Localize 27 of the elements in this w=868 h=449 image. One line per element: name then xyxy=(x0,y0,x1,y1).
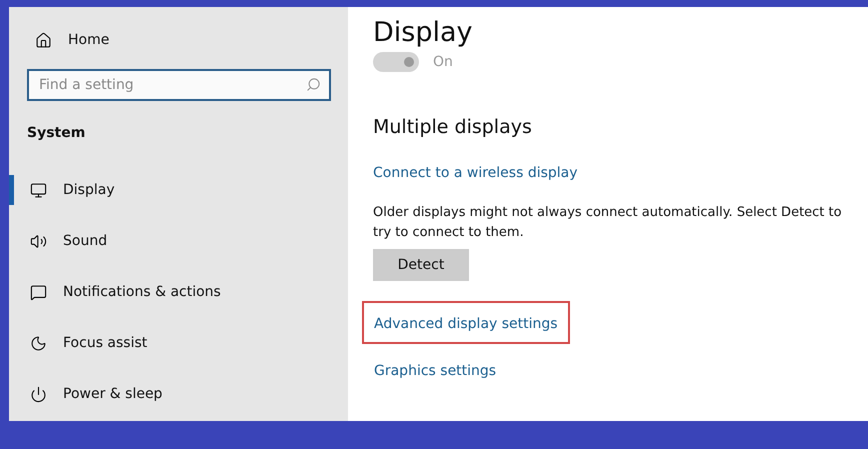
settings-link[interactable]: Advanced display settings xyxy=(374,316,558,332)
sidebar-item[interactable]: Notifications & actions xyxy=(9,277,348,307)
sidebar-item[interactable]: Power & sleep xyxy=(9,379,348,409)
section-heading: System xyxy=(27,125,86,141)
search-field[interactable]: Find a setting xyxy=(27,69,331,101)
monitor-icon xyxy=(30,182,47,198)
sidebar-item[interactable]: Sound xyxy=(9,226,348,256)
search-icon xyxy=(306,77,321,92)
settings-link[interactable]: Graphics settings xyxy=(374,363,496,379)
sidebar-item-label: Display xyxy=(63,182,115,198)
sidebar-item-label: Focus assist xyxy=(63,335,148,351)
speech-bubble-icon xyxy=(30,284,47,300)
detect-button[interactable]: Detect xyxy=(373,249,469,281)
sidebar-item-label: Notifications & actions xyxy=(63,284,221,300)
section-heading: Multiple displays xyxy=(373,116,532,138)
wireless-display-link[interactable]: Connect to a wireless display xyxy=(373,165,578,181)
description-text: Older displays might not always connect automatically. Select Detect to try to connect to them. xyxy=(373,204,843,242)
power-icon xyxy=(30,386,47,402)
sidebar-item[interactable]: Focus assist xyxy=(9,328,348,358)
sidebar-item-label: Power & sleep xyxy=(63,386,162,402)
toggle-label: On xyxy=(433,54,453,70)
speaker-icon xyxy=(30,232,47,250)
page-title: Display xyxy=(373,17,473,48)
home-icon[interactable] xyxy=(35,32,52,48)
home-link[interactable]: Home xyxy=(68,32,110,48)
sidebar-item-label: Sound xyxy=(63,233,108,249)
moon-icon xyxy=(30,334,47,352)
